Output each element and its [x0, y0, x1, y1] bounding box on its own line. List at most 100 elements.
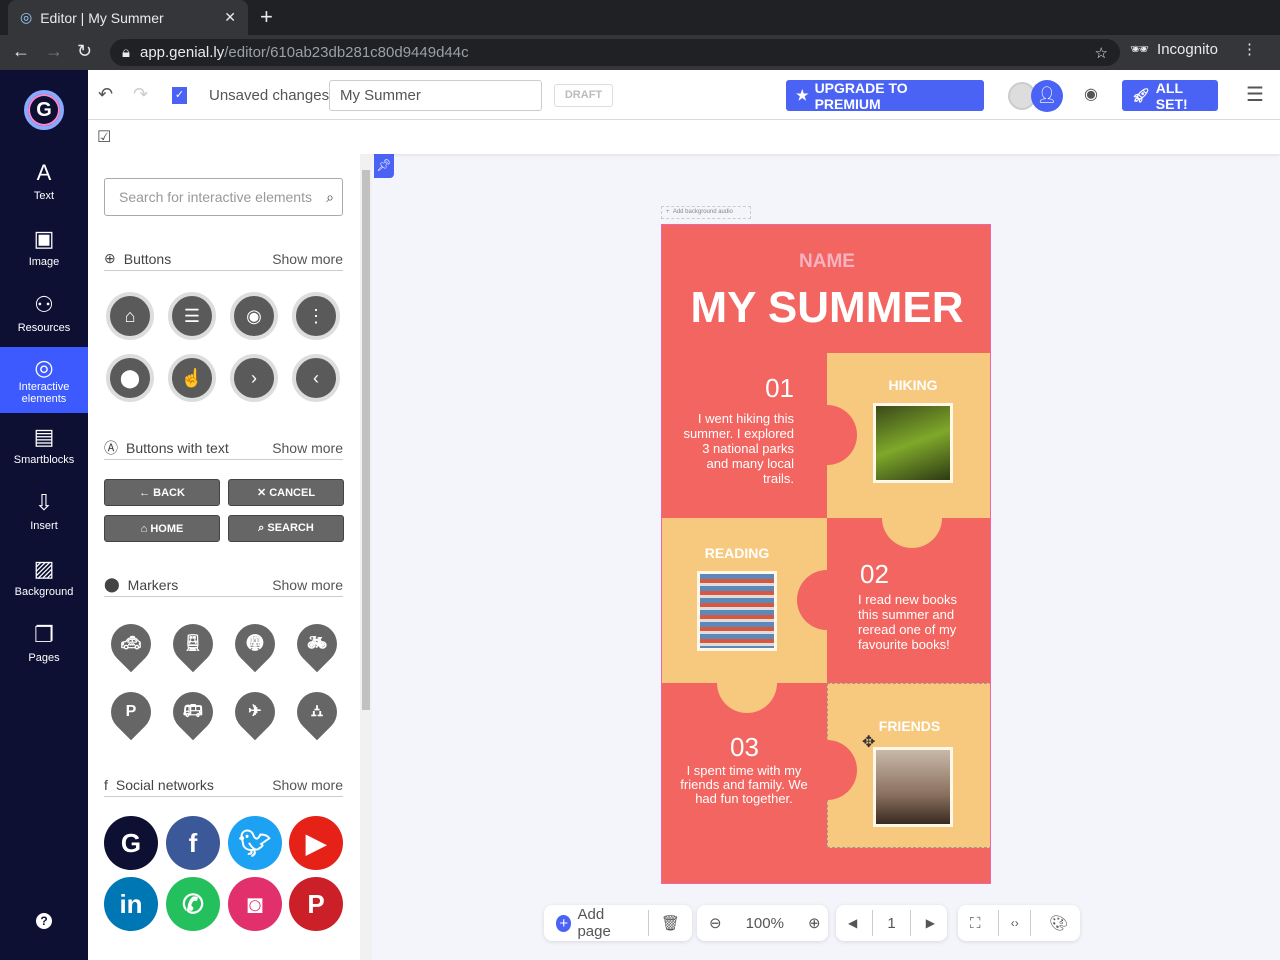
menu-button-icon[interactable]: ☰ [168, 292, 216, 340]
youtube-icon[interactable]: ▶ [289, 816, 343, 870]
genially-favicon-icon: ◎ [20, 9, 33, 25]
divider [871, 910, 873, 936]
nav-interactive-elements[interactable]: ◎ Interactive elements [0, 347, 88, 413]
twitter-icon[interactable]: 🐦︎ [228, 816, 282, 870]
nav-label: Text [33, 190, 55, 202]
title-input[interactable] [329, 80, 542, 111]
facebook-icon[interactable]: f [166, 816, 220, 870]
metro-marker-icon[interactable]: 🚇︎ [226, 615, 284, 673]
taxi-marker-icon[interactable]: 🚕︎ [102, 615, 160, 673]
text-icon: A [36, 160, 52, 185]
prev-page-icon[interactable]: ◀ [836, 916, 869, 930]
home-button-icon[interactable]: ⌂ [106, 292, 154, 340]
undo-icon[interactable]: ↶ [98, 84, 113, 105]
linkedin-icon[interactable]: in [104, 877, 158, 931]
preview-eye-icon[interactable]: ◉ [1084, 84, 1098, 104]
train-marker-icon[interactable]: 🚆︎ [164, 615, 222, 673]
plane-marker-icon[interactable]: ✈ [226, 683, 284, 741]
slide-name[interactable]: NAME [662, 251, 990, 273]
forward-icon[interactable]: → [45, 41, 63, 62]
menu-kebab-icon[interactable]: ⋮ [1242, 40, 1257, 58]
marker-icon: ⬤ [104, 576, 120, 592]
genially-social-icon[interactable]: G [104, 816, 158, 870]
back-text-button[interactable]: ← BACK [104, 479, 220, 506]
panel-scrollbar[interactable] [360, 154, 372, 960]
back-icon[interactable]: ← [12, 41, 30, 62]
next-page-icon[interactable]: ▶ [914, 916, 947, 930]
item-number[interactable]: 03 [702, 732, 787, 763]
show-more-link[interactable]: Show more [272, 251, 343, 267]
help-icon[interactable]: ? [36, 913, 52, 929]
all-set-label: ALL SET! [1155, 79, 1188, 112]
nav-smartblocks[interactable]: ▤ Smartblocks [0, 424, 88, 466]
more-button-icon[interactable]: ⋮ [292, 292, 340, 340]
item-label[interactable]: HIKING [852, 377, 974, 393]
search-input[interactable]: Search for interactive elements ⌕ [104, 178, 343, 216]
url-field[interactable]: 🔒︎ app.genial.ly/editor/610ab23db281c80d… [110, 39, 1120, 66]
show-more-link[interactable]: Show more [272, 777, 343, 793]
clipboard-check-icon[interactable]: ☑ [97, 127, 111, 147]
genially-logo[interactable]: G [24, 90, 64, 130]
scrollbar-thumb[interactable] [362, 170, 370, 710]
item-number[interactable]: 01 [722, 373, 794, 404]
nav-pages[interactable]: ❐ Pages [0, 622, 88, 664]
hiking-photo[interactable] [873, 403, 953, 483]
page-actions-bar: + Add page 🗑︎ [544, 905, 692, 941]
prev-button-icon[interactable]: ‹ [292, 354, 340, 402]
incognito-indicator[interactable]: 🕶︎ Incognito ⋮ [1130, 40, 1257, 59]
pinterest-icon[interactable]: P [289, 877, 343, 931]
whatsapp-icon[interactable]: ✆ [166, 877, 220, 931]
code-view-icon[interactable]: ‹› [1005, 916, 1025, 930]
show-more-link[interactable]: Show more [272, 440, 343, 456]
add-collaborator-icon[interactable]: 👤︎ [1031, 80, 1063, 112]
nav-insert[interactable]: ⇩ Insert [0, 490, 88, 532]
facebook-small-icon: f [104, 776, 108, 793]
all-set-button[interactable]: 🚀︎ ALL SET! [1122, 79, 1218, 112]
slide-canvas[interactable]: NAME MY SUMMER 01 I went hiking this sum… [661, 224, 991, 884]
nav-image[interactable]: ▣ Image [0, 226, 88, 268]
pointer-button-icon[interactable]: ☝ [168, 354, 216, 402]
add-page-button[interactable]: + Add page [544, 906, 648, 940]
add-background-audio[interactable]: + Add background audio [661, 206, 751, 219]
item-text[interactable]: I spent time with my friends and family.… [674, 764, 814, 806]
fit-screen-icon[interactable]: ⛶ [958, 915, 993, 932]
hamburger-menu-icon[interactable]: ☰ [1246, 82, 1264, 107]
section-markers: ⬤ Markers Show more [104, 573, 343, 597]
friends-photo[interactable] [873, 747, 953, 827]
move-handle-icon[interactable]: ✥ [862, 732, 875, 752]
pin-panel-icon[interactable]: 📌︎ [374, 154, 394, 178]
nav-text[interactable]: A Text [0, 160, 88, 202]
nav-background[interactable]: ▨ Background [0, 556, 88, 598]
star-icon[interactable]: ☆ [1095, 44, 1108, 62]
trash-icon[interactable]: 🗑︎ [649, 914, 692, 932]
location-button-icon[interactable]: ⬤ [106, 354, 154, 402]
search-text-button[interactable]: ⌕ SEARCH [228, 515, 344, 542]
close-tab-icon[interactable]: ✕ [224, 9, 236, 26]
bus-marker-icon[interactable]: 🚌︎ [164, 683, 222, 741]
cancel-text-button[interactable]: ✕ CANCEL [228, 479, 344, 506]
new-tab-icon[interactable]: + [260, 4, 273, 30]
item-text[interactable]: I went hiking this summer. I explored 3 … [682, 411, 794, 486]
home-text-button[interactable]: ⌂ HOME [104, 515, 220, 542]
zoom-in-icon[interactable]: ⊕ [796, 914, 833, 932]
reload-icon[interactable]: ↻ [77, 41, 92, 62]
luggage-marker-icon[interactable]: ⛼ [288, 683, 346, 741]
redo-icon[interactable]: ↷ [133, 84, 148, 105]
instagram-icon[interactable]: ◙ [228, 877, 282, 931]
next-button-icon[interactable]: › [230, 354, 278, 402]
eye-button-icon[interactable]: ◉ [230, 292, 278, 340]
nav-resources[interactable]: ⚇ Resources [0, 292, 88, 334]
search-placeholder: Search for interactive elements [119, 189, 312, 205]
item-number[interactable]: 02 [860, 559, 889, 590]
browser-tab[interactable]: ◎ Editor | My Summer ✕ [8, 0, 248, 35]
parking-marker-icon[interactable]: P [102, 683, 160, 741]
zoom-out-icon[interactable]: ⊖ [697, 914, 734, 932]
item-label[interactable]: READING [692, 545, 782, 561]
reading-photo[interactable] [697, 571, 777, 651]
palette-icon[interactable]: 🎨︎ [1037, 914, 1080, 932]
upgrade-premium-button[interactable]: ★ UPGRADE TO PREMIUM [786, 80, 984, 112]
show-more-link[interactable]: Show more [272, 577, 343, 593]
slide-title[interactable]: MY SUMMER [662, 283, 990, 333]
item-text[interactable]: I read new books this summer and reread … [858, 592, 978, 652]
bike-marker-icon[interactable]: 🚲︎ [288, 615, 346, 673]
